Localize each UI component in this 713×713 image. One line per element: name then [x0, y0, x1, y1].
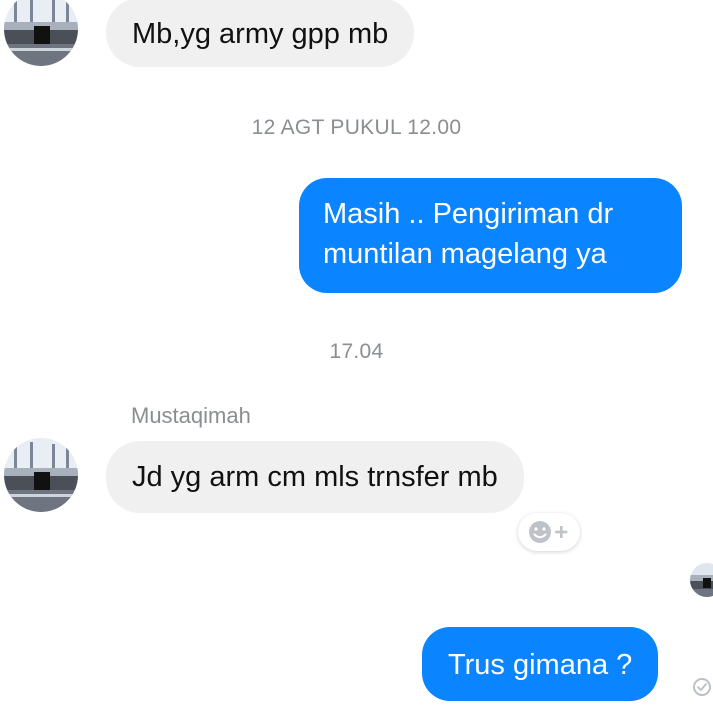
outgoing-message-bubble[interactable]: Trus gimana ?: [422, 627, 659, 701]
outgoing-message-bubble[interactable]: Masih .. Pengiriman dr muntilan magelang…: [299, 178, 682, 293]
message-text: Mb,yg army gpp mb: [132, 18, 389, 50]
incoming-message-bubble[interactable]: Jd yg arm cm mls trnsfer mb: [106, 441, 524, 513]
message-text-line-2: muntilan magelang ya: [323, 238, 607, 270]
message-text-line-1: Masih .. Pengiriman dr: [323, 198, 614, 230]
message-text: Trus gimana ?: [448, 649, 633, 681]
sent-check-icon: [697, 683, 707, 691]
kaaba-photo-icon: [4, 0, 78, 66]
sender-name: Mustaqimah: [131, 403, 251, 428]
message-text: Jd yg arm cm mls trnsfer mb: [132, 461, 498, 493]
timestamp-divider: 12 AGT PUKUL 12.00: [251, 116, 462, 139]
contact-avatar[interactable]: [4, 0, 78, 66]
add-reaction-button[interactable]: [518, 513, 580, 551]
incoming-message-bubble[interactable]: Mb,yg army gpp mb: [106, 0, 415, 67]
add-reaction-icon: [529, 521, 568, 543]
seen-avatar-indicator: [690, 563, 713, 597]
seen-avatar-icon: [690, 563, 713, 597]
kaaba-photo-icon: [4, 438, 78, 512]
timestamp-divider: 17.04: [329, 340, 384, 363]
chat-thread[interactable]: Mb,yg army gpp mb 12 AGT PUKUL 12.00 Mas…: [0, 0, 713, 713]
sent-status-indicator: [693, 678, 711, 696]
contact-avatar[interactable]: [4, 438, 78, 512]
